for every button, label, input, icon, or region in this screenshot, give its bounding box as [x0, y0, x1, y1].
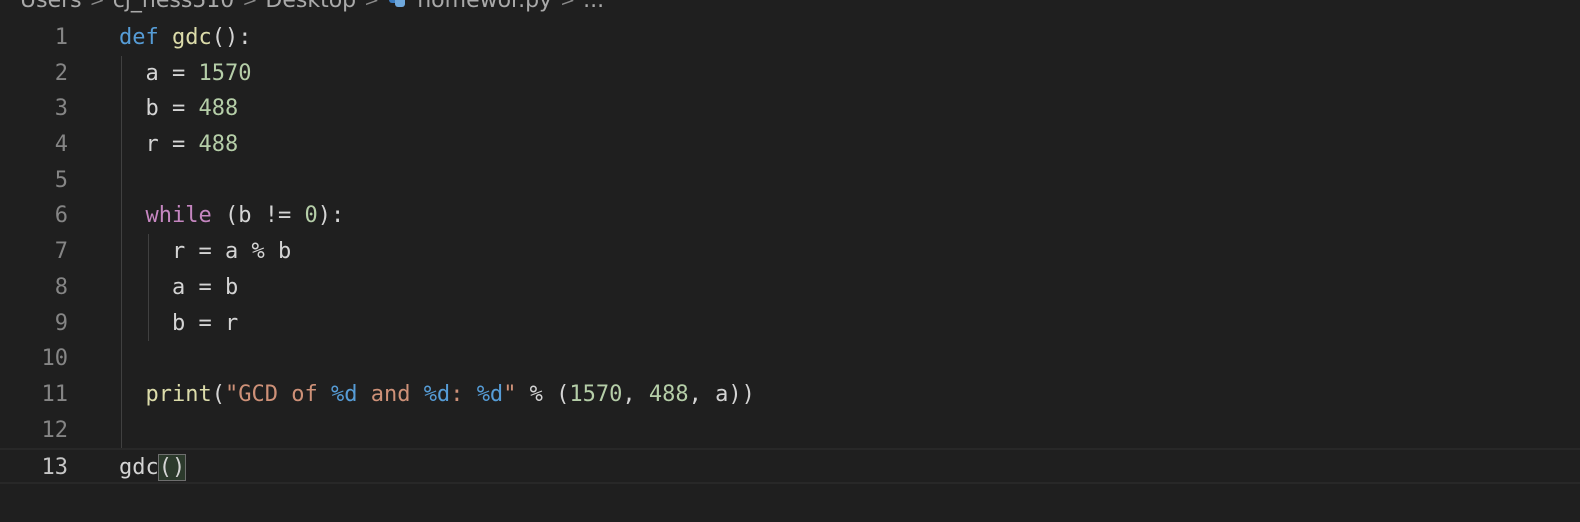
line-number: 8	[54, 274, 68, 300]
code-text[interactable]: gdc()	[119, 450, 187, 486]
code-line[interactable]: 12	[0, 413, 1580, 449]
code-text[interactable]: a = 1570	[119, 56, 251, 92]
code-line[interactable]: 6 while (b != 0):	[0, 198, 1580, 234]
code-text[interactable]: a = b	[119, 270, 238, 306]
code-text[interactable]: print("GCD of %d and %d: %d" % (1570, 48…	[119, 377, 755, 413]
code-line[interactable]: 5	[0, 163, 1580, 199]
code-token: ):	[317, 203, 345, 229]
line-number: 13	[41, 455, 69, 481]
code-token: a = b	[119, 274, 239, 300]
line-number: 4	[54, 132, 68, 158]
code-token: 488	[198, 96, 239, 122]
chevron-right-icon: >	[89, 0, 105, 11]
chevron-right-icon: >	[242, 0, 258, 11]
code-line[interactable]: 1 def gdc():	[0, 20, 1580, 56]
code-token: :	[450, 381, 477, 407]
code-text[interactable]: b = r	[119, 306, 238, 342]
python-file-icon	[387, 0, 407, 7]
code-token: , a))	[688, 381, 755, 407]
code-token: 1570	[569, 381, 623, 407]
code-token: ,	[622, 381, 649, 407]
code-token: 1570	[198, 60, 252, 86]
line-number: 11	[41, 381, 69, 407]
code-line[interactable]: 2 a = 1570	[0, 56, 1580, 92]
chevron-right-icon: >	[560, 0, 576, 11]
code-token: a =	[119, 60, 199, 86]
code-line[interactable]: 13 gdc()	[0, 448, 1580, 484]
code-token: def	[119, 25, 159, 50]
code-token: 0	[304, 203, 318, 229]
code-token: 488	[648, 381, 689, 407]
code-token: r = a % b	[119, 239, 292, 265]
code-line[interactable]: 4 r = 488	[0, 127, 1580, 163]
line-number: 10	[41, 346, 69, 372]
code-token: %d	[476, 381, 504, 407]
code-token: 488	[198, 132, 239, 158]
code-line[interactable]: 3 b = 488	[0, 91, 1580, 127]
line-number: 5	[54, 167, 68, 193]
code-line[interactable]: 8 a = b	[0, 270, 1580, 306]
code-editor[interactable]: 1 def gdc(): 2 a = 1570 3 b = 488 4 r = 488 5…	[0, 20, 1580, 484]
code-line[interactable]: 7 r = a % b	[0, 234, 1580, 270]
line-number: 3	[54, 96, 68, 122]
breadcrumb: Users > cj_ness510 > Desktop > homewor.p…	[20, 0, 604, 13]
code-token: "GCD of	[224, 381, 331, 407]
code-token: (	[211, 381, 225, 407]
code-token: %d	[423, 381, 451, 407]
code-line[interactable]: 9 b = r	[0, 306, 1580, 342]
code-token: ()	[157, 454, 187, 482]
code-token: r =	[119, 132, 199, 158]
line-number: 1	[54, 25, 68, 50]
code-text[interactable]: while (b != 0):	[119, 198, 345, 234]
code-line[interactable]: 11 print("GCD of %d and %d: %d" % (1570,…	[0, 377, 1580, 413]
code-line[interactable]: 10	[0, 341, 1580, 377]
code-token: gdc	[119, 455, 159, 481]
code-token: "	[503, 381, 517, 407]
line-number: 6	[54, 203, 68, 229]
code-token: while	[145, 203, 212, 229]
line-number: 12	[41, 417, 69, 443]
code-token: print	[145, 381, 212, 407]
breadcrumb-item-symbols[interactable]: ...	[583, 0, 604, 13]
code-text[interactable]: r = 488	[119, 127, 238, 163]
code-text[interactable]: b = 488	[119, 91, 238, 127]
code-token: ():	[211, 25, 252, 50]
code-text[interactable]: r = a % b	[119, 234, 291, 270]
breadcrumb-item-desktop[interactable]: Desktop	[265, 0, 356, 13]
code-token: gdc	[172, 25, 212, 50]
chevron-right-icon: >	[364, 0, 380, 11]
line-number: 7	[54, 239, 68, 265]
code-token: (b !=	[211, 203, 305, 229]
breadcrumb-item-user-folder[interactable]: cj_ness510	[113, 0, 235, 13]
line-number: 2	[54, 60, 68, 86]
breadcrumb-item-file[interactable]: homewor.py	[417, 0, 552, 13]
code-token: %d	[330, 381, 358, 407]
breadcrumb-item-users[interactable]: Users	[20, 0, 82, 13]
line-number: 9	[54, 310, 68, 336]
code-token: % (	[516, 381, 570, 407]
code-token: b = r	[119, 310, 239, 336]
code-text[interactable]: def gdc():	[119, 20, 252, 56]
code-token: b =	[119, 96, 199, 122]
code-token: and	[357, 381, 424, 407]
